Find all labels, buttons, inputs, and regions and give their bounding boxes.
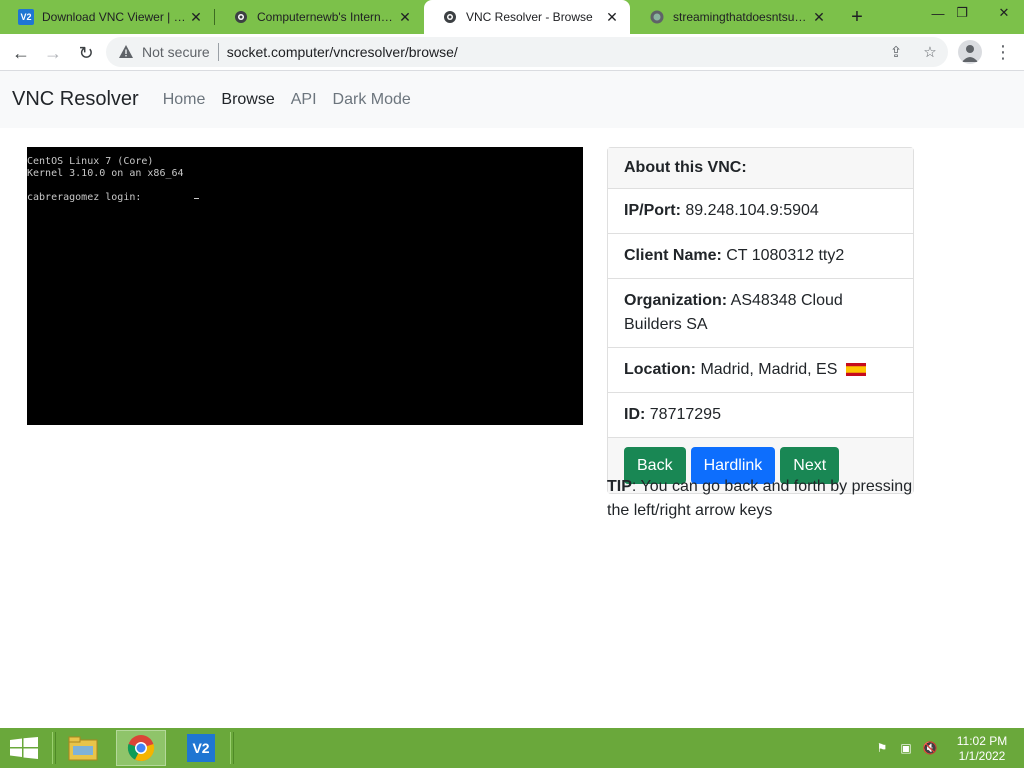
nav-link-home[interactable]: Home bbox=[155, 91, 214, 109]
ip-port-row: IP/Port: 89.248.104.9:5904 bbox=[608, 189, 913, 234]
bookmark-star-icon[interactable]: ☆ bbox=[920, 42, 940, 62]
vnc-line: CentOS Linux 7 (Core) bbox=[27, 156, 154, 167]
network-icon[interactable]: ▣ bbox=[898, 740, 914, 756]
client-name-label: Client Name: bbox=[624, 247, 722, 264]
action-center-flag-icon[interactable]: ⚑ bbox=[874, 740, 890, 756]
vnc-console-text: CentOS Linux 7 (Core) Kernel 3.10.0 on a… bbox=[27, 156, 184, 204]
url-text[interactable]: socket.computer/vncresolver/browse/ bbox=[227, 44, 458, 60]
location-label: Location: bbox=[624, 361, 696, 378]
site-brand[interactable]: VNC Resolver bbox=[12, 88, 139, 111]
reload-icon[interactable]: ↻ bbox=[73, 40, 99, 66]
browser-toolbar: ← → ↻ Not secure socket.computer/vncreso… bbox=[0, 34, 1024, 71]
spain-flag-icon bbox=[845, 363, 866, 376]
ip-port-value: 89.248.104.9:5904 bbox=[685, 202, 819, 219]
share-icon[interactable]: ⇪ bbox=[886, 42, 906, 62]
tab-title: Download VNC Viewer | VNC bbox=[42, 10, 188, 24]
browser-menu-icon[interactable]: ⋮ bbox=[993, 41, 1013, 63]
nav-link-api[interactable]: API bbox=[283, 91, 325, 109]
tab-download-vnc-viewer[interactable]: V2 Download VNC Viewer | VNC ✕ bbox=[0, 0, 214, 34]
site-nav-links: Home Browse API Dark Mode bbox=[155, 91, 419, 109]
location-value: Madrid, Madrid, ES bbox=[700, 361, 838, 378]
security-label[interactable]: Not secure bbox=[142, 44, 210, 60]
id-row: ID: 78717295 bbox=[608, 393, 913, 438]
tip-body: : You can go back and forth by pressing … bbox=[607, 478, 913, 519]
organization-row: Organization: AS48348 Cloud Builders SA bbox=[608, 279, 913, 348]
about-card-header: About this VNC: bbox=[608, 148, 913, 189]
tab-streaming[interactable]: streamingthatdoesntsuck.com ✕ bbox=[631, 0, 837, 34]
vnc-icon: V2 bbox=[18, 9, 34, 25]
profile-avatar-icon[interactable] bbox=[958, 40, 982, 64]
globe-icon bbox=[650, 10, 664, 24]
system-tray: ⚑ ▣ 🔇 bbox=[874, 740, 938, 756]
address-bar[interactable]: Not secure socket.computer/vncresolver/b… bbox=[106, 37, 948, 67]
organization-label: Organization: bbox=[624, 292, 728, 309]
close-icon[interactable]: ✕ bbox=[604, 9, 620, 25]
chrome-taskbar-icon[interactable] bbox=[116, 730, 166, 766]
ip-port-label: IP/Port: bbox=[624, 202, 681, 219]
tab-title: VNC Resolver - Browse bbox=[466, 10, 593, 24]
back-arrow-icon[interactable]: ← bbox=[8, 40, 34, 66]
close-icon[interactable]: ✕ bbox=[188, 9, 204, 25]
clock-time: 11:02 PM bbox=[956, 734, 1008, 748]
about-card: About this VNC: IP/Port: 89.248.104.9:59… bbox=[607, 147, 914, 494]
client-name-row: Client Name: CT 1080312 tty2 bbox=[608, 234, 913, 279]
warning-icon[interactable] bbox=[118, 44, 134, 60]
file-explorer-icon[interactable] bbox=[58, 730, 108, 766]
close-icon[interactable]: ✕ bbox=[811, 9, 827, 25]
nav-link-dark-mode[interactable]: Dark Mode bbox=[325, 91, 419, 109]
tip-text: TIP: You can go back and forth by pressi… bbox=[607, 475, 917, 523]
clock-date: 1/1/2022 bbox=[958, 749, 1006, 763]
site-navbar: VNC Resolver Home Browse API Dark Mode bbox=[0, 71, 1024, 128]
taskbar-grip bbox=[52, 732, 56, 764]
taskbar-grip bbox=[230, 732, 234, 764]
vnc-viewer-taskbar-icon[interactable]: V2 bbox=[176, 730, 226, 766]
omnibox-divider bbox=[217, 43, 219, 61]
bug-icon bbox=[235, 11, 247, 23]
vnc-line: cabreragomez login: bbox=[27, 192, 142, 203]
windows-start-icon[interactable] bbox=[10, 737, 38, 759]
maximize-button[interactable]: ❐ bbox=[948, 3, 976, 23]
id-label: ID: bbox=[624, 406, 646, 423]
tab-vnc-resolver[interactable]: VNC Resolver - Browse ✕ bbox=[424, 0, 630, 34]
vnc-cursor bbox=[194, 198, 199, 199]
tab-title: streamingthatdoesntsuck.com bbox=[673, 10, 811, 24]
tip-label: TIP bbox=[607, 478, 632, 495]
volume-muted-icon[interactable]: 🔇 bbox=[922, 740, 938, 756]
close-window-button[interactable]: ✕ bbox=[990, 3, 1018, 23]
close-icon[interactable]: ✕ bbox=[397, 9, 413, 25]
location-row: Location: Madrid, Madrid, ES bbox=[608, 348, 913, 393]
vnc-line: Kernel 3.10.0 on an x86_64 bbox=[27, 168, 184, 179]
vnc-screenshot: CentOS Linux 7 (Core) Kernel 3.10.0 on a… bbox=[27, 147, 583, 425]
nav-link-browse[interactable]: Browse bbox=[213, 91, 282, 109]
id-value: 78717295 bbox=[649, 406, 721, 423]
bug-icon bbox=[444, 11, 456, 23]
tab-computernewb[interactable]: Computernewb's Internet VNC ✕ bbox=[215, 0, 423, 34]
browser-tab-strip: V2 Download VNC Viewer | VNC ✕ Computern… bbox=[0, 0, 1024, 34]
client-name-value: CT 1080312 tty2 bbox=[726, 247, 845, 264]
taskbar-clock[interactable]: 11:02 PM 1/1/2022 bbox=[950, 734, 1014, 764]
forward-arrow-icon[interactable]: → bbox=[40, 40, 66, 66]
new-tab-button[interactable]: + bbox=[846, 6, 868, 28]
windows-taskbar: V2 ⚑ ▣ 🔇 11:02 PM 1/1/2022 bbox=[0, 728, 1024, 768]
tab-title: Computernewb's Internet VNC bbox=[257, 10, 397, 24]
